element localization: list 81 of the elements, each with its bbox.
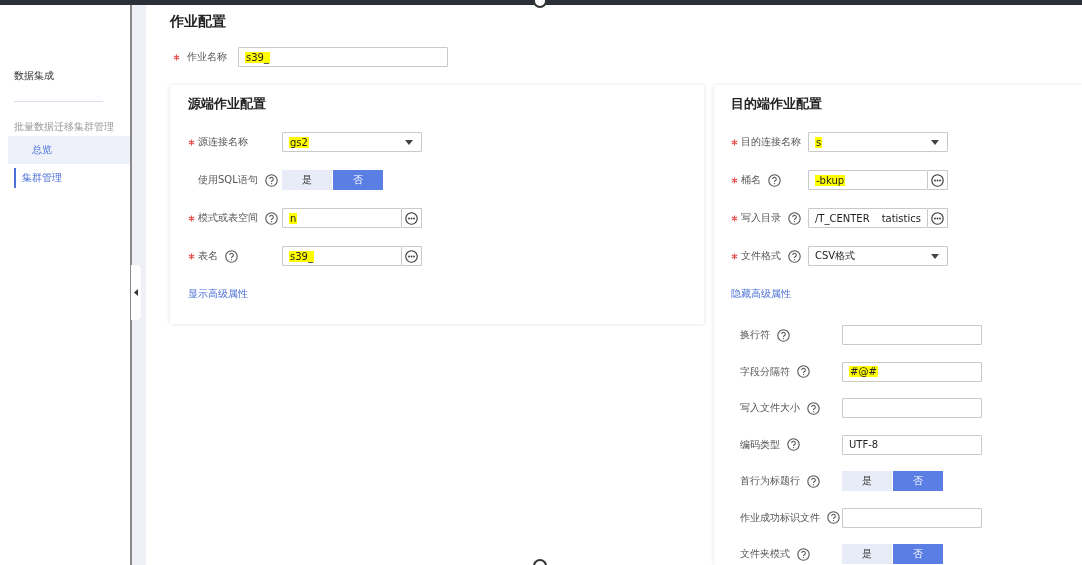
input-field[interactable]: -bkup (808, 170, 928, 190)
more-icon (931, 211, 944, 225)
sidebar-item[interactable]: 总览 (8, 136, 130, 164)
field-label: 编码类型 (740, 437, 780, 452)
field-label: 字段分隔符 (740, 364, 790, 379)
toggle-option[interactable]: 否 (893, 544, 943, 565)
field-value: s (815, 136, 823, 148)
more-icon (931, 173, 944, 187)
input-field[interactable]: UTF-8 (842, 434, 982, 455)
advanced-toggle-link[interactable]: 显示高级属性 (188, 287, 248, 301)
toggle-option[interactable]: 是 (842, 471, 892, 492)
input-field[interactable]: #@# (842, 361, 982, 382)
card-title: 源端作业配置 (188, 95, 267, 113)
field-value: #@# (849, 366, 878, 378)
more-icon (405, 249, 418, 263)
field-label: 文件夹模式 (740, 547, 790, 562)
select-field[interactable]: gs2 (282, 132, 422, 152)
dropdown-caret-icon (931, 254, 939, 259)
field-value: n (289, 212, 298, 224)
field-value: CSV格式 (815, 249, 856, 263)
field-label: 模式或表空间 (198, 211, 258, 225)
browse-button[interactable] (402, 208, 422, 228)
help-icon[interactable] (827, 511, 840, 525)
sidebar-section: 批量数据迁移集群管理 (0, 120, 130, 134)
help-icon[interactable] (788, 211, 801, 225)
input-field[interactable] (842, 507, 982, 528)
help-icon[interactable] (807, 474, 820, 488)
input-field[interactable] (842, 325, 982, 346)
field-label: 目的连接名称 (741, 135, 801, 149)
select-field[interactable]: CSV格式 (808, 246, 948, 266)
help-icon[interactable] (264, 173, 278, 187)
sidebar-item[interactable]: 集群管理 (14, 168, 130, 188)
input-field[interactable]: s39_ (238, 47, 448, 67)
caret-left-icon (134, 289, 138, 296)
field-value: s39_ (289, 250, 314, 262)
help-icon[interactable] (787, 438, 800, 452)
toggle-option[interactable]: 是 (282, 170, 332, 190)
browse-button[interactable] (402, 246, 422, 266)
dropdown-caret-icon (405, 140, 413, 145)
field-label: 作业成功标识文件 (740, 510, 820, 525)
help-icon[interactable] (797, 365, 810, 379)
field-value: gs2 (289, 136, 309, 148)
help-icon[interactable] (777, 328, 790, 342)
field-label: 写入文件大小 (740, 401, 800, 416)
input-field[interactable]: s39_ (282, 246, 402, 266)
field-label: 源连接名称 (198, 135, 248, 149)
help-icon[interactable] (768, 173, 781, 187)
advanced-toggle-link[interactable]: 隐藏高级属性 (731, 287, 791, 301)
toggle-option[interactable]: 是 (842, 544, 892, 565)
field-label: 作业名称 (187, 50, 228, 64)
card-title: 目的端作业配置 (731, 95, 823, 113)
help-icon[interactable] (807, 401, 820, 415)
page-title: 作业配置 (170, 13, 227, 31)
field-label: 使用SQL语句 (198, 173, 258, 187)
browse-button[interactable] (928, 170, 948, 190)
field-value: /T_CENTER (815, 212, 870, 224)
field-label: 桶名 (741, 173, 761, 187)
field-value: s39_ (245, 51, 270, 63)
browse-button[interactable] (928, 208, 948, 228)
select-field[interactable]: s (808, 132, 948, 152)
help-icon[interactable] (788, 249, 801, 263)
collapse-button[interactable] (131, 265, 141, 320)
more-icon (405, 211, 418, 225)
field-label: 首行为标题行 (740, 474, 800, 489)
toggle-option[interactable]: 否 (893, 471, 943, 492)
dropdown-caret-icon (931, 140, 939, 145)
input-field[interactable]: /T_CENTER tatistics (808, 208, 928, 228)
sidebar-title: 数据集成 (13, 69, 55, 83)
field-value: -bkup (815, 174, 846, 186)
help-icon[interactable] (265, 211, 278, 225)
help-icon[interactable] (225, 249, 238, 263)
toggle-option[interactable]: 否 (333, 170, 383, 190)
field-label: 换行符 (740, 328, 770, 343)
input-field[interactable] (842, 398, 982, 419)
field-label: 文件格式 (741, 249, 781, 263)
field-value: tatistics (881, 212, 921, 224)
help-icon[interactable] (797, 547, 810, 561)
field-label: 表名 (198, 249, 218, 263)
field-value: UTF-8 (849, 439, 879, 451)
field-label: 写入目录 (741, 211, 781, 225)
input-field[interactable]: n (282, 208, 402, 228)
